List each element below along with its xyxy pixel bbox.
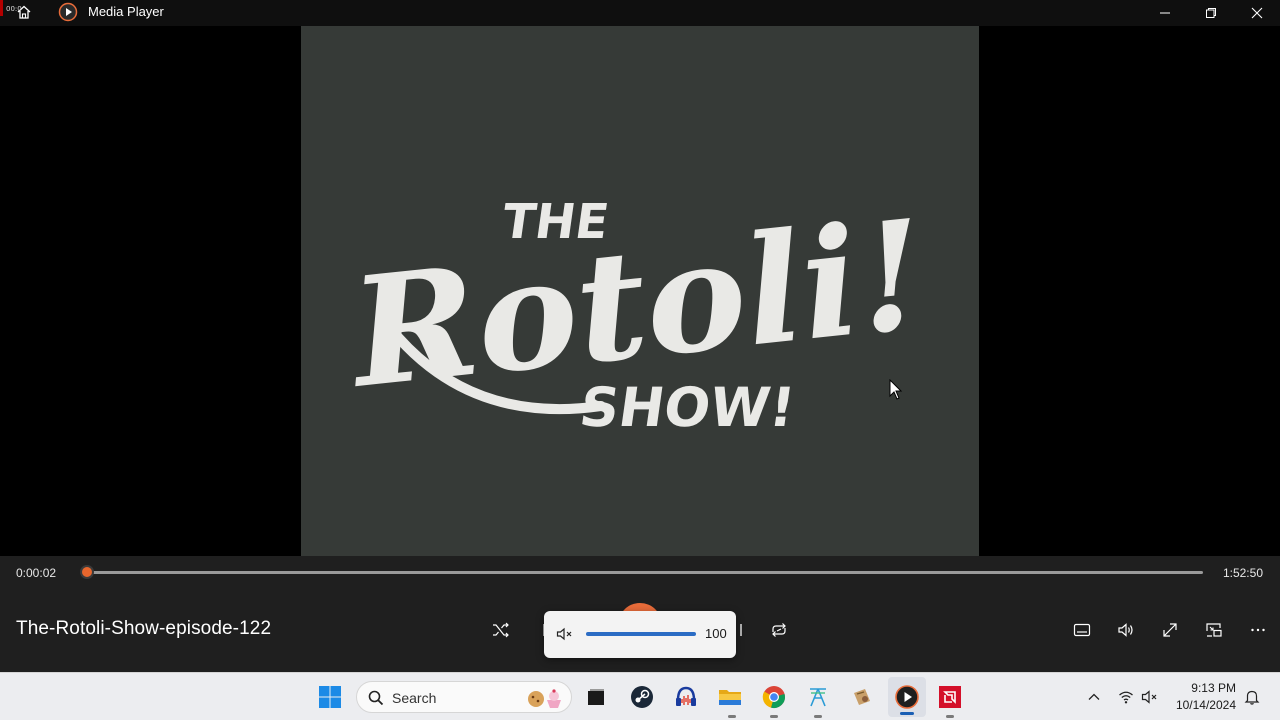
- active-indicator: [900, 712, 914, 715]
- title-bar: 00:0 Media Player: [0, 0, 1280, 26]
- media-player-window: 00:0 Media Player THE Rotoli! SHOW! 0:00…: [0, 0, 1280, 720]
- amd-icon: [939, 686, 961, 708]
- audacity-button[interactable]: [670, 681, 702, 713]
- app-icon: [810, 688, 826, 707]
- miniplayer-icon: [1206, 623, 1222, 637]
- search-icon: [368, 690, 384, 706]
- notification-bell-icon: [1244, 690, 1260, 705]
- amd-button[interactable]: [934, 681, 966, 718]
- volume-slider[interactable]: [586, 632, 696, 636]
- fullscreen-icon: [1163, 623, 1177, 637]
- media-title: The-Rotoli-Show-episode-122: [16, 618, 272, 639]
- total-time: 1:52:50: [1222, 566, 1263, 580]
- show-hidden-icons-button[interactable]: [1084, 687, 1104, 707]
- taskbar: Search 9:13 PM 10/14/2024: [0, 672, 1280, 720]
- steam-icon: [631, 686, 653, 708]
- captions-button[interactable]: [1068, 616, 1096, 644]
- logo-show: SHOW!: [576, 376, 799, 439]
- captions-icon: [1073, 623, 1091, 637]
- volume-tray-button[interactable]: [1140, 687, 1160, 707]
- restore-button[interactable]: [1188, 0, 1234, 26]
- clock-time: 9:13 PM: [1191, 681, 1236, 695]
- chrome-icon: [762, 686, 785, 708]
- repeat-icon: [772, 623, 786, 637]
- wifi-icon: [1119, 691, 1133, 704]
- more-options-button[interactable]: [1244, 616, 1272, 644]
- fullscreen-button[interactable]: [1156, 616, 1184, 644]
- running-indicator: [946, 715, 954, 718]
- video-frame[interactable]: THE Rotoli! SHOW!: [301, 26, 979, 556]
- home-icon[interactable]: 00:0: [6, 3, 34, 21]
- notifications-button[interactable]: [1242, 687, 1262, 707]
- search-label: Search: [392, 690, 437, 706]
- shuffle-icon: [493, 622, 509, 638]
- app-title: Media Player: [88, 4, 164, 19]
- chevron-up-icon: [1088, 693, 1100, 700]
- windows-start-button[interactable]: [314, 681, 346, 713]
- miniplayer-button[interactable]: [1200, 616, 1228, 644]
- file-explorer-button[interactable]: [714, 681, 746, 718]
- media-player-taskbar-button[interactable]: [888, 677, 926, 717]
- volume-flyout: 100: [544, 611, 736, 658]
- volume-value: 100: [705, 626, 727, 641]
- more-options-icon: [1251, 628, 1265, 632]
- volume-icon: [1118, 623, 1133, 637]
- recording-indicator: [0, 0, 3, 16]
- show-logo: THE Rotoli! SHOW!: [340, 187, 933, 439]
- close-icon: [1251, 7, 1263, 19]
- seek-bar[interactable]: [86, 571, 1203, 574]
- task-view-button[interactable]: [580, 681, 612, 713]
- running-indicator: [728, 715, 736, 718]
- taskbar-clock[interactable]: 9:13 PM 10/14/2024: [1176, 680, 1236, 714]
- steam-button[interactable]: [626, 681, 658, 713]
- app-button-2[interactable]: [846, 681, 878, 713]
- network-button[interactable]: [1116, 687, 1136, 707]
- minimize-button[interactable]: [1142, 0, 1188, 26]
- clock-date: 10/14/2024: [1175, 698, 1236, 712]
- chrome-button[interactable]: [758, 681, 790, 718]
- audacity-icon: [676, 686, 696, 706]
- seek-thumb[interactable]: [80, 565, 94, 579]
- minimize-icon: [1160, 12, 1170, 14]
- speaker-muted-icon: [1141, 690, 1157, 704]
- close-button[interactable]: [1234, 0, 1280, 26]
- running-indicator: [814, 715, 822, 718]
- running-indicator: [770, 715, 778, 718]
- file-explorer-icon: [719, 690, 741, 705]
- task-view-icon: [588, 689, 604, 705]
- app-icon-2: [854, 689, 870, 705]
- media-player-icon: [895, 685, 919, 709]
- mouse-cursor-icon: [889, 379, 903, 400]
- search-highlight-icon: [528, 689, 561, 708]
- restore-icon: [1206, 8, 1216, 18]
- media-player-icon: [58, 2, 78, 22]
- current-time: 0:00:02: [16, 566, 57, 580]
- windows-start-icon: [319, 686, 341, 708]
- speaker-muted-icon[interactable]: [556, 625, 574, 643]
- repeat-button[interactable]: [765, 616, 793, 644]
- app-button[interactable]: [802, 681, 834, 718]
- volume-button[interactable]: [1112, 616, 1140, 644]
- corner-text: 00:0: [6, 5, 22, 13]
- taskbar-search[interactable]: Search: [356, 681, 572, 713]
- shuffle-button[interactable]: [487, 616, 515, 644]
